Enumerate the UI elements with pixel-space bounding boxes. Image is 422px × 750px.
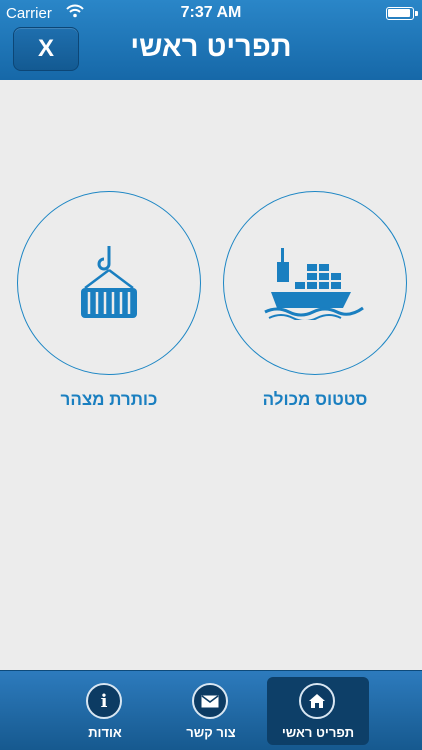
tab-about-label: אודות	[88, 725, 122, 740]
status-bar: Carrier 7:37 AM	[0, 0, 422, 28]
container-status-label[interactable]: סטטוס מכולה	[215, 390, 415, 410]
tab-about[interactable]: i אודות	[54, 677, 156, 745]
tab-home[interactable]: תפריט ראשי	[267, 677, 369, 745]
cargo-ship-icon	[264, 248, 364, 320]
tab-contact-label: צור קשר	[186, 725, 236, 740]
envelope-icon	[192, 683, 228, 719]
manifest-title-button[interactable]	[17, 191, 201, 375]
tab-bar: i אודות צור קשר תפריט ראשי	[0, 670, 422, 750]
home-icon	[299, 683, 335, 719]
status-time: 7:37 AM	[180, 4, 242, 21]
page-title: תפריט ראשי	[130, 31, 292, 63]
close-button[interactable]: X	[13, 27, 79, 71]
tab-contact[interactable]: צור קשר	[160, 677, 262, 745]
header-bar: Carrier 7:37 AM X תפריט ראשי	[0, 0, 422, 80]
battery-icon	[386, 7, 418, 20]
tab-home-label: תפריט ראשי	[281, 725, 355, 740]
info-icon: i	[86, 683, 122, 719]
crane-container-icon	[81, 246, 137, 318]
container-status-button[interactable]	[223, 191, 407, 375]
manifest-title-label[interactable]: כותרת מצהר	[9, 390, 209, 410]
